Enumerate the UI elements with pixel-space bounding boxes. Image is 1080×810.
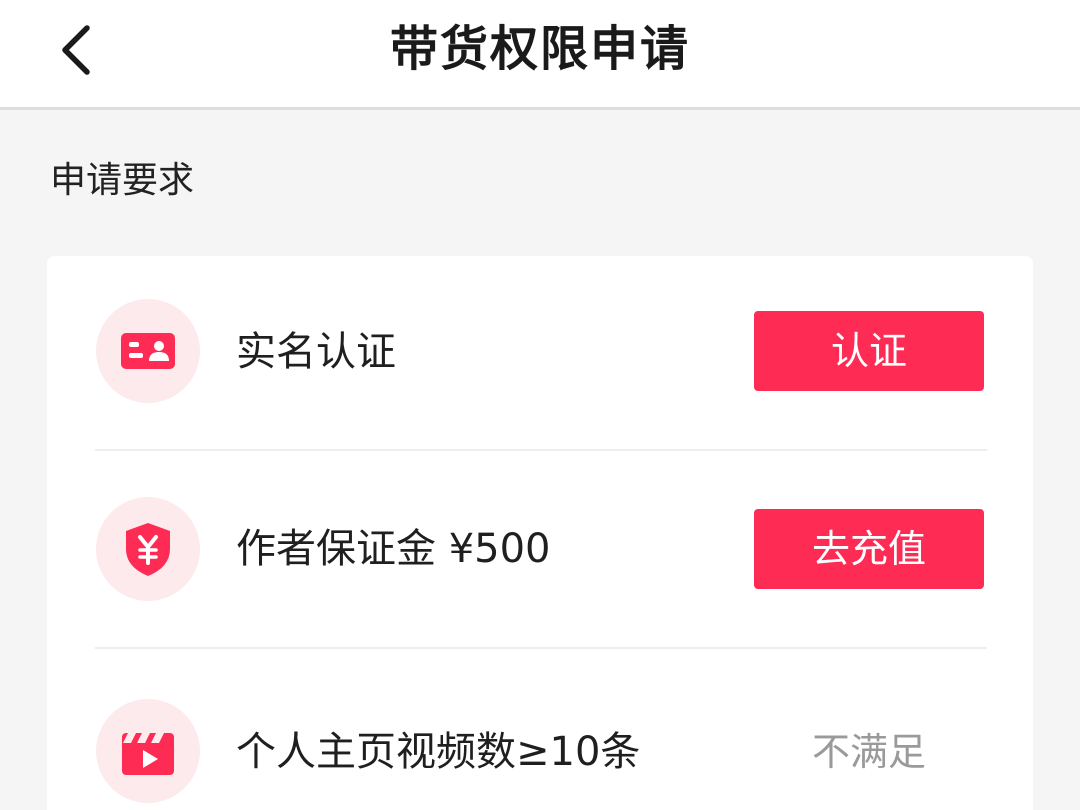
divider [95,647,987,649]
requirement-row-deposit: 作者保证金 ¥500 去充值 [47,452,1033,642]
top-navigation-bar: 带货权限申请 [0,0,1080,110]
shield-yen-icon [126,523,170,576]
id-card-icon [121,333,175,369]
requirements-card: 实名认证 认证 作者保证金 ¥500 去充值 个人主页视频数≥10条 不满足 [47,256,1033,810]
recharge-button[interactable]: 去充值 [754,509,984,589]
divider [95,449,987,451]
requirement-label: 实名认证 [236,329,396,375]
requirement-label: 个人主页视频数≥10条 [236,729,641,775]
video-clapper-icon [122,733,174,775]
verify-button[interactable]: 认证 [754,311,984,391]
section-title: 申请要求 [50,160,195,201]
id-card-icon-container [96,299,200,403]
page: 带货权限申请 申请要求 实名认证 认证 作者保证金 ¥500 去充值 个人主页视… [0,0,1080,810]
video-clapper-icon-container [96,699,200,803]
requirement-label: 作者保证金 ¥500 [236,526,551,572]
status-not-met: 不满足 [811,730,926,774]
requirement-row-real-name: 实名认证 认证 [47,256,1033,446]
shield-yen-icon-container [96,497,200,601]
requirement-row-video-count: 个人主页视频数≥10条 不满足 [47,650,1033,810]
page-title: 带货权限申请 [389,21,690,77]
